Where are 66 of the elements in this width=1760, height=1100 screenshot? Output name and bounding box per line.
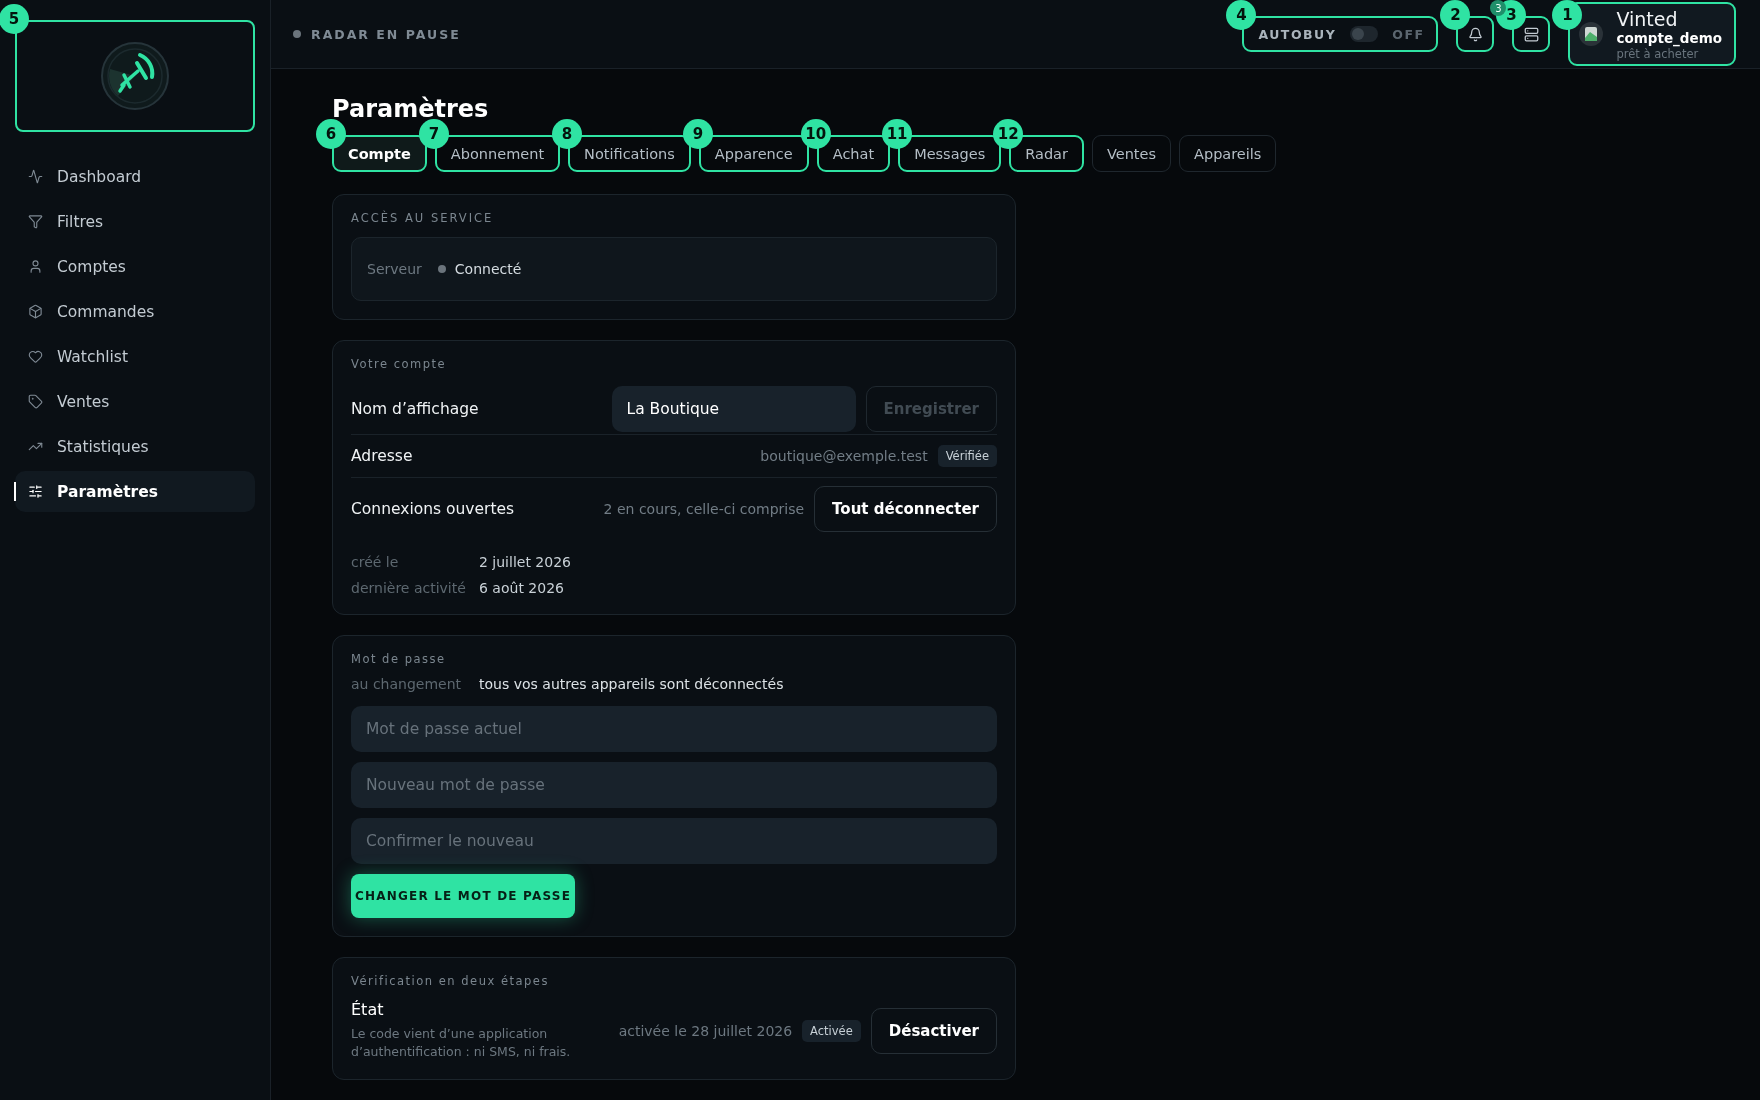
sidebar-item[interactable]: Statistiques [15, 426, 255, 467]
meta-value: 2 juillet 2026 [479, 554, 572, 570]
bell-icon [1467, 26, 1483, 42]
change-password-button[interactable]: CHANGER LE MOT DE PASSE [351, 874, 576, 918]
server-icon [1523, 26, 1539, 42]
settings-tab[interactable]: Ventes [1091, 135, 1171, 172]
tag-icon [28, 394, 43, 409]
row-label: État [351, 1000, 385, 1019]
pulse-icon [28, 169, 43, 184]
annotation-marker: 11 [882, 119, 913, 149]
avatar-icon [1578, 21, 1605, 47]
password-field[interactable]: Mot de passe actuel [351, 706, 997, 752]
annotation-marker: 9 [682, 119, 713, 149]
sliders-icon [28, 484, 43, 499]
annotation-marker: 4 [1226, 0, 1257, 30]
card-heading: ACCÈS AU SERVICE [351, 211, 495, 225]
annotation-marker: 7 [418, 119, 449, 149]
annotation-marker: 2 [1440, 0, 1471, 30]
radar-logo-icon [100, 41, 170, 111]
verified-badge: Vérifiée [937, 445, 997, 467]
note-text: tous vos autres appareils sont déconnectés [479, 676, 784, 692]
note-label: au changement [351, 676, 462, 692]
email-address: boutique@exemple.test [760, 448, 928, 464]
row-description: Le code vient d’une application d’authentification : ni SMS, ni frais. [351, 1025, 572, 1061]
deactivate-button[interactable]: Désactiver [870, 1007, 997, 1054]
annotation-marker: 8 [552, 119, 583, 149]
disconnect-all-button[interactable]: Tout déconnecter [814, 486, 997, 532]
password-field[interactable]: Confirmer le nouveau [351, 818, 997, 864]
notification-count: 3 [1490, 0, 1507, 16]
annotation-marker: 6 [316, 119, 346, 149]
card-heading: Vérification en deux étapes [351, 974, 550, 988]
server-label: Serveur [367, 261, 422, 277]
card-heading: Votre compte [351, 357, 448, 371]
annotation-marker: 5 [0, 4, 29, 34]
sidebar-item[interactable]: Comptes [15, 246, 255, 287]
server-status: Connecté [437, 261, 522, 277]
card-heading: Mot de passe [351, 652, 447, 666]
cube-icon [28, 304, 43, 319]
row-label: Adresse [351, 447, 414, 465]
meta-label: dernière activité [351, 580, 467, 596]
sidebar-item[interactable]: Ventes [15, 381, 255, 422]
sessions-info: 2 en cours, celle-ci comprise [603, 501, 805, 517]
password-field[interactable]: Nouveau mot de passe [351, 762, 997, 808]
display-name-field[interactable]: La Boutique [611, 385, 856, 432]
active-badge: Activée [802, 1019, 861, 1042]
account-name: compte_demo [1616, 29, 1722, 47]
sidebar-item[interactable]: Watchlist [15, 336, 255, 377]
radar-status: RADAR EN PAUSE [293, 26, 1225, 42]
platform-name: Vinted [1616, 7, 1679, 30]
heart-icon [28, 349, 43, 364]
settings-tab[interactable]: Appareils [1179, 135, 1277, 172]
row-label: Connexions ouvertes [351, 500, 516, 518]
row-label: Nom d’affichage [351, 399, 480, 418]
sidebar-item[interactable]: Paramètres [15, 471, 255, 512]
account-status: prêt à acheter [1616, 46, 1699, 61]
sidebar-item[interactable]: Filtres [15, 201, 255, 242]
annotation-marker: 10 [800, 119, 831, 149]
filter-icon [28, 214, 43, 229]
user-icon [28, 259, 43, 274]
annotation-marker: 12 [993, 119, 1024, 149]
meta-value: 6 août 2026 [479, 580, 565, 596]
meta-label: créé le [351, 554, 400, 570]
sidebar-item[interactable]: Dashboard [15, 156, 255, 197]
sidebar-item[interactable]: Commandes [15, 291, 255, 332]
activation-info: activée le 28 juillet 2026 [618, 1022, 793, 1039]
annotation-marker: 1 [1552, 0, 1583, 30]
